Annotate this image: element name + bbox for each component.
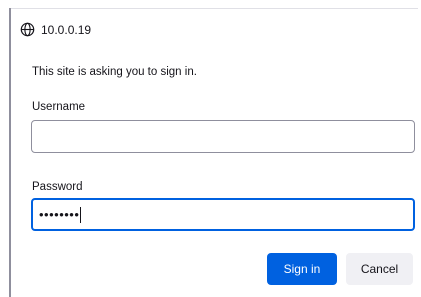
sign-in-message: This site is asking you to sign in. (32, 66, 197, 78)
site-origin: 10.0.0.19 (20, 22, 91, 37)
password-field[interactable]: •••••••• (31, 198, 415, 231)
auth-prompt-frame: 10.0.0.19 This site is asking you to sig… (0, 0, 421, 297)
password-value: •••••••• (39, 207, 80, 222)
text-caret (80, 206, 82, 223)
password-label: Password (32, 181, 83, 193)
origin-text: 10.0.0.19 (41, 22, 92, 37)
cancel-button[interactable]: Cancel (346, 253, 413, 285)
username-label: Username (32, 101, 86, 113)
username-field[interactable] (31, 120, 415, 153)
sign-in-button[interactable]: Sign in (267, 253, 337, 285)
globe-icon (20, 22, 35, 37)
